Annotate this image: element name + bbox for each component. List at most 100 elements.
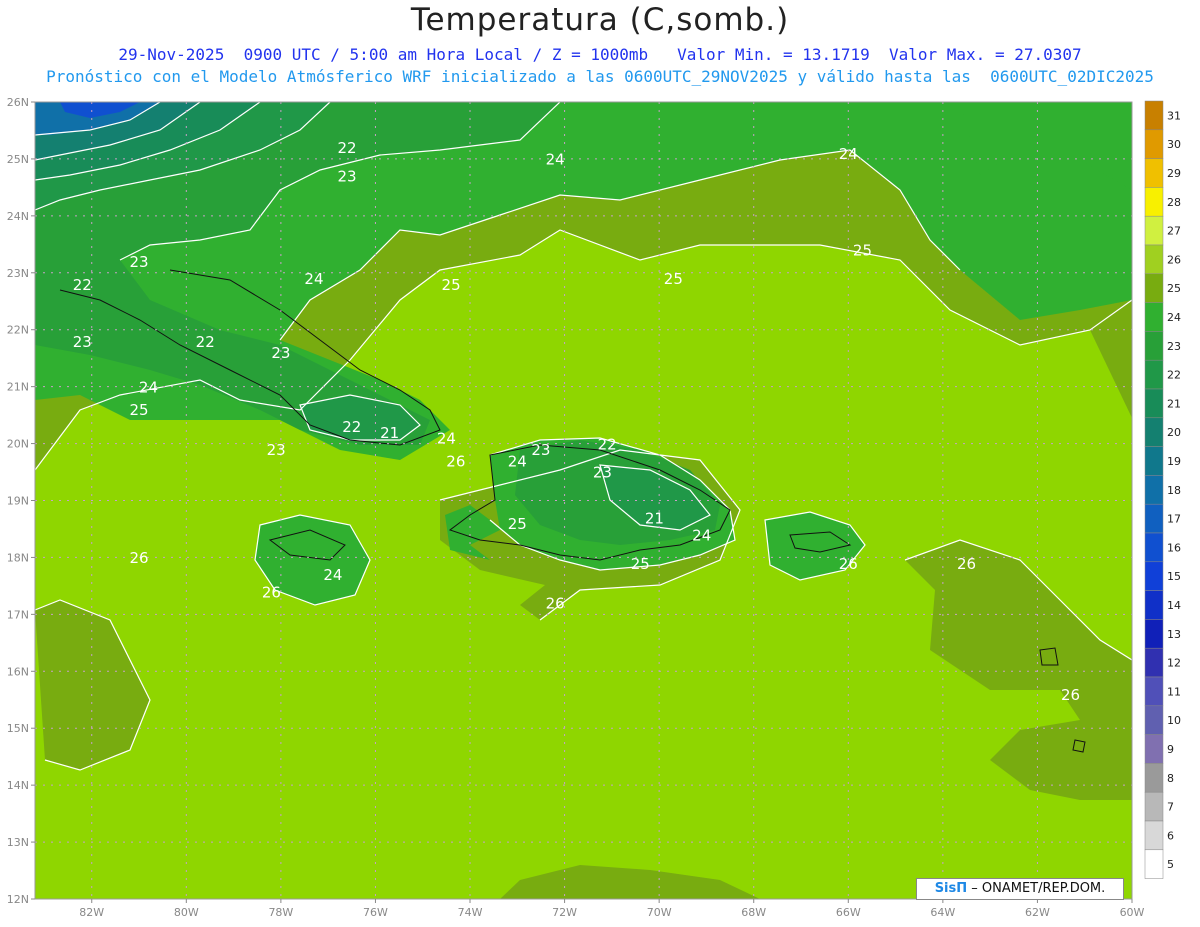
colorbar-label: 21 (1167, 397, 1181, 410)
contour-label: 26 (546, 595, 565, 613)
sispi-logo: SisΠ (934, 881, 968, 896)
contour-label: 24 (304, 270, 323, 288)
temperature-map: 222324 242324 25 25252223 2223242522 21 242326… (7, 96, 1181, 919)
colorbar-label: 28 (1167, 196, 1181, 209)
lat-tick-label: 25N (7, 153, 29, 166)
colorbar: 31 30 29 28 27 26 25 24 23 22 21 20 19 18 17 16 15 14 13 12… (1144, 100, 1181, 879)
colorbar-label: 30 (1167, 138, 1181, 151)
colorbar-swatch (1144, 446, 1164, 476)
contour-label: 21 (380, 424, 399, 442)
colorbar-label: 15 (1167, 570, 1181, 583)
contour-label: 22 (342, 418, 361, 436)
contour-label: 26 (839, 555, 858, 573)
lon-tick-label: 82W (79, 906, 104, 919)
contour-label: 25 (853, 242, 872, 260)
colorbar-swatch (1144, 302, 1164, 332)
colorbar-label: 10 (1167, 714, 1181, 727)
contour-label: 25 (508, 515, 527, 533)
contour-label: 22 (338, 139, 357, 157)
colorbar-swatch (1144, 187, 1164, 217)
contour-label: 24 (323, 566, 342, 584)
lon-tick-label: 70W (647, 906, 672, 919)
lon-tick-label: 68W (741, 906, 766, 919)
colorbar-swatch (1144, 129, 1164, 159)
colorbar-swatch (1144, 158, 1164, 188)
colorbar-swatch (1144, 503, 1164, 534)
credit-box: SisΠ – ONAMET/REP.DOM. (916, 878, 1124, 900)
colorbar-swatch (1144, 734, 1164, 764)
colorbar-label: 14 (1167, 599, 1181, 612)
colorbar-label: 19 (1167, 455, 1181, 468)
colorbar-swatch (1144, 359, 1164, 390)
colorbar-swatch (1144, 532, 1164, 563)
contour-label: 26 (129, 549, 148, 567)
colorbar-label: 27 (1167, 225, 1181, 238)
contour-label: 23 (129, 253, 148, 271)
lon-tick-label: 64W (930, 906, 955, 919)
contour-label: 23 (593, 464, 612, 482)
lon-tick-label: 80W (174, 906, 199, 919)
colorbar-label: 8 (1167, 772, 1174, 785)
colorbar-swatch (1144, 619, 1164, 649)
lat-tick-label: 13N (7, 836, 29, 849)
lat-tick-label: 12N (7, 893, 29, 906)
lat-tick-label: 15N (7, 722, 29, 735)
colorbar-label: 7 (1167, 801, 1174, 814)
lon-tick-label: 76W (363, 906, 388, 919)
longitude-axis: 82W 80W 78W 76W 74W 72W 70W 68W 66W 64W 62W 60W (79, 899, 1145, 919)
contour-label: 25 (631, 555, 650, 573)
colorbar-swatch (1144, 244, 1164, 275)
lat-tick-label: 20N (7, 438, 29, 451)
colorbar-swatch (1144, 647, 1164, 678)
colorbar-swatch (1144, 849, 1164, 879)
colorbar-swatch (1144, 763, 1164, 793)
colorbar-swatch (1144, 215, 1164, 246)
contour-label: 25 (664, 270, 683, 288)
contour-label: 25 (442, 276, 461, 294)
colorbar-swatch (1144, 475, 1164, 505)
lon-tick-label: 62W (1025, 906, 1050, 919)
colorbar-label: 18 (1167, 484, 1181, 497)
colorbar-label: 16 (1167, 541, 1181, 554)
colorbar-label: 12 (1167, 657, 1181, 670)
lat-tick-label: 18N (7, 551, 29, 564)
lon-tick-label: 72W (552, 906, 577, 919)
lat-tick-label: 24N (7, 210, 29, 223)
colorbar-label: 5 (1167, 858, 1174, 871)
colorbar-label: 29 (1167, 167, 1181, 180)
colorbar-label: 24 (1167, 311, 1181, 324)
colorbar-label: 11 (1167, 685, 1181, 698)
lat-tick-label: 26N (7, 96, 29, 109)
lon-tick-label: 60W (1120, 906, 1145, 919)
colorbar-swatch (1144, 561, 1164, 591)
lon-tick-label: 78W (268, 906, 293, 919)
contour-label: 26 (262, 583, 281, 601)
lon-tick-label: 74W (458, 906, 483, 919)
contour-label: 22 (598, 435, 617, 453)
lat-tick-label: 21N (7, 381, 29, 394)
colorbar-label: 9 (1167, 743, 1174, 756)
colorbar-swatch (1144, 273, 1164, 303)
contour-label: 23 (338, 168, 357, 186)
lat-tick-label: 17N (7, 608, 29, 621)
colorbar-label: 17 (1167, 513, 1181, 526)
colorbar-swatch (1144, 417, 1164, 447)
colorbar-label: 13 (1167, 628, 1181, 641)
latitude-axis: 26N 25N 24N 23N 22N 21N 20N 19N 18N 17N 16N 15N 14N 1… (7, 96, 35, 906)
contour-label: 26 (957, 555, 976, 573)
colorbar-swatch (1144, 705, 1164, 735)
colorbar-swatch (1144, 388, 1164, 419)
lat-tick-label: 22N (7, 324, 29, 337)
colorbar-swatch (1144, 590, 1164, 620)
contour-label: 24 (839, 145, 858, 163)
colorbar-swatch (1144, 820, 1164, 851)
colorbar-label: 20 (1167, 426, 1181, 439)
colorbar-label: 25 (1167, 282, 1181, 295)
contour-label: 23 (73, 333, 92, 351)
contour-label: 24 (139, 378, 158, 396)
contour-label: 21 (645, 509, 664, 527)
contour-label: 23 (531, 441, 550, 459)
contour-label: 24 (508, 452, 527, 470)
colorbar-swatch (1144, 676, 1164, 707)
contour-label: 24 (692, 526, 711, 544)
